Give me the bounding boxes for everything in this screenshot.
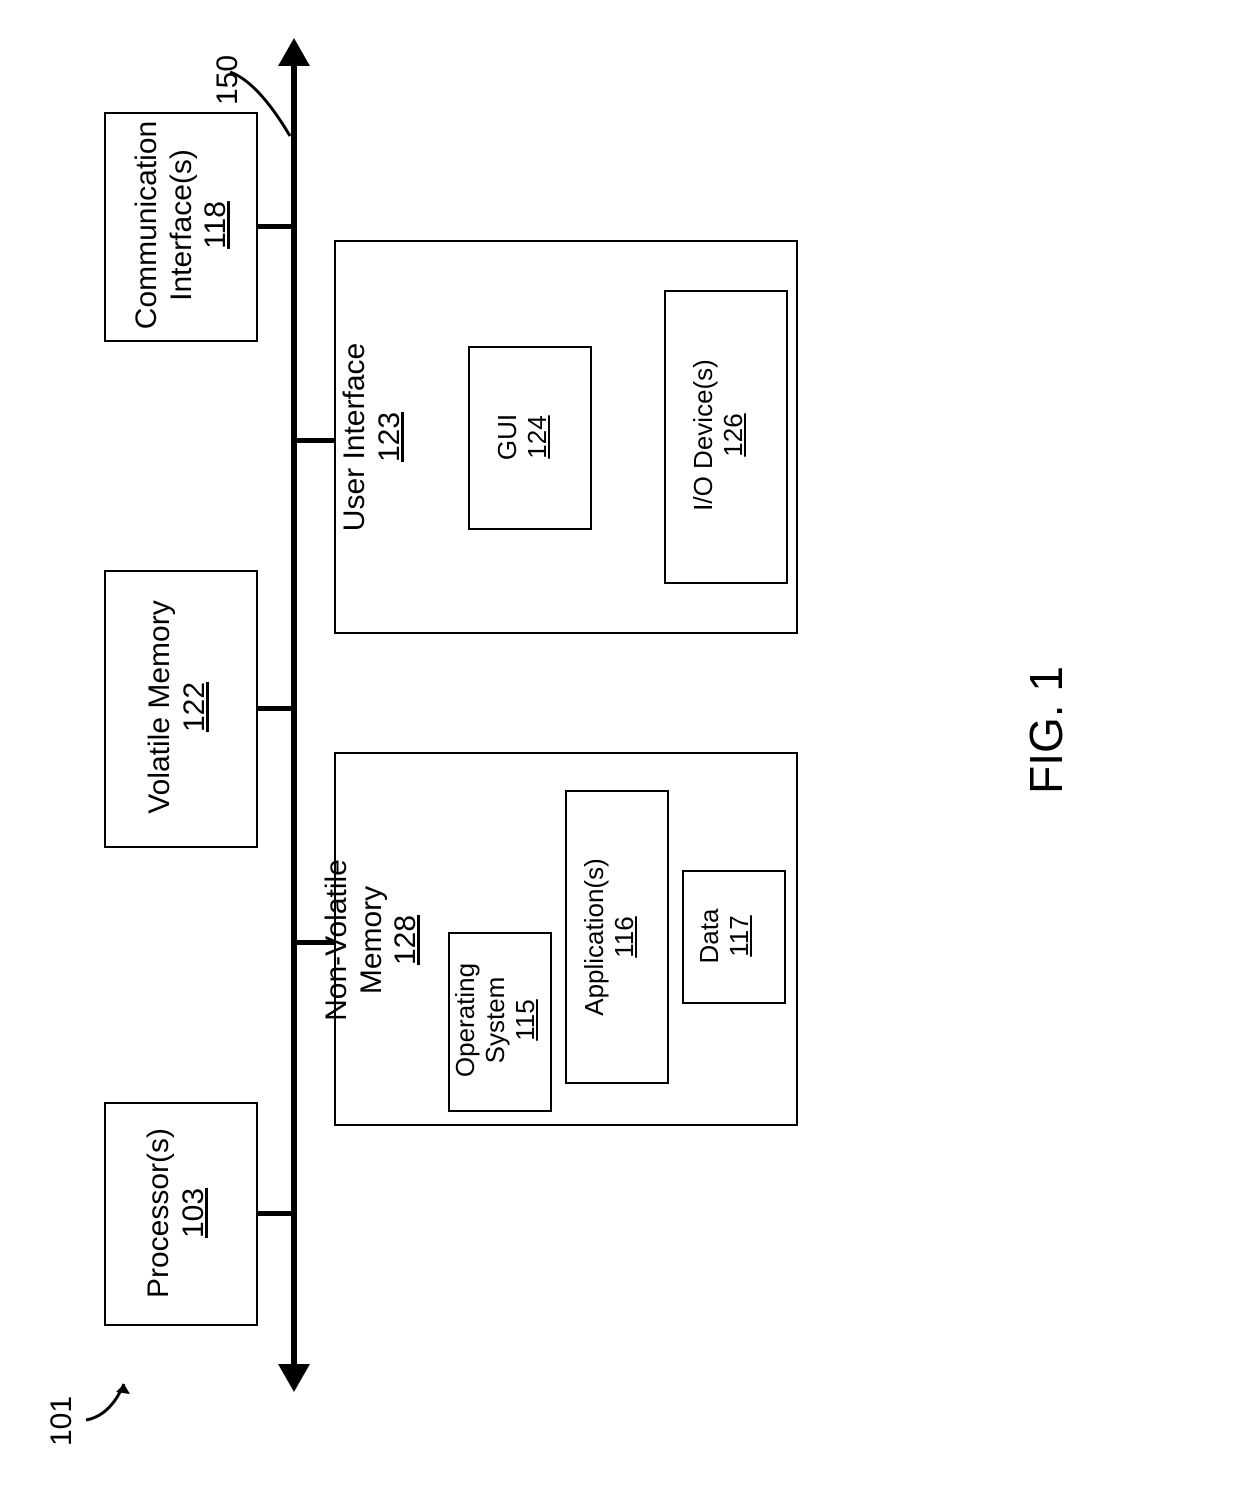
io-ref: 126 xyxy=(718,413,748,456)
os-ref: 115 xyxy=(510,999,540,1040)
apps-ref: 116 xyxy=(609,916,639,957)
apps-label: Application(s) 116 xyxy=(580,832,650,1042)
volatile-label: Volatile Memory 122 xyxy=(143,587,213,827)
apps-text: Application(s) xyxy=(579,858,609,1016)
figure-caption-text: FIG. 1 xyxy=(1020,666,1072,794)
ui-ref: 123 xyxy=(373,412,406,462)
os-text: Operating System xyxy=(450,963,510,1077)
figure-caption: FIG. 1 xyxy=(1020,630,1080,830)
conn-volatile xyxy=(254,706,294,711)
conn-comm xyxy=(254,224,294,229)
conn-ui xyxy=(294,438,334,443)
gui-label: GUI 124 xyxy=(493,387,563,487)
conn-processor xyxy=(254,1211,294,1216)
data-text: Data xyxy=(694,909,724,964)
gui-ref: 124 xyxy=(522,415,552,458)
comm-label: Communication Interface(s) 118 xyxy=(130,105,230,345)
processor-label: Processor(s) 103 xyxy=(142,1113,212,1313)
volatile-text: Volatile Memory xyxy=(143,600,176,813)
os-label: Operating System 115 xyxy=(451,940,541,1100)
ui-label: User Interface 123 xyxy=(338,332,408,542)
bus-arrow-bottom xyxy=(274,1352,314,1392)
io-label: I/O Device(s) 126 xyxy=(689,335,759,535)
data-label: Data 117 xyxy=(695,871,765,1001)
data-ref: 117 xyxy=(724,915,754,956)
nvram-label: Non-Volatile Memory 128 xyxy=(320,830,420,1050)
io-text: I/O Device(s) xyxy=(688,359,718,511)
system-bus xyxy=(291,60,297,1370)
ui-text: User Interface xyxy=(338,343,371,531)
figure-ref-label: 101 xyxy=(45,1386,85,1456)
comm-text: Communication Interface(s) xyxy=(130,121,198,329)
figure-1-diagram: 101 150 Processor(s) 103 Volatile Memory… xyxy=(0,0,1240,1496)
comm-ref: 118 xyxy=(199,201,232,249)
figure-ref-text: 101 xyxy=(45,1396,78,1446)
gui-text: GUI xyxy=(492,414,522,460)
nvram-ref: 128 xyxy=(389,915,422,965)
processor-text: Processor(s) xyxy=(142,1128,175,1298)
figure-ref-arrow xyxy=(80,1370,140,1430)
nvram-text: Non-Volatile Memory xyxy=(320,859,388,1021)
volatile-ref: 122 xyxy=(178,682,211,732)
processor-ref: 103 xyxy=(177,1188,210,1238)
